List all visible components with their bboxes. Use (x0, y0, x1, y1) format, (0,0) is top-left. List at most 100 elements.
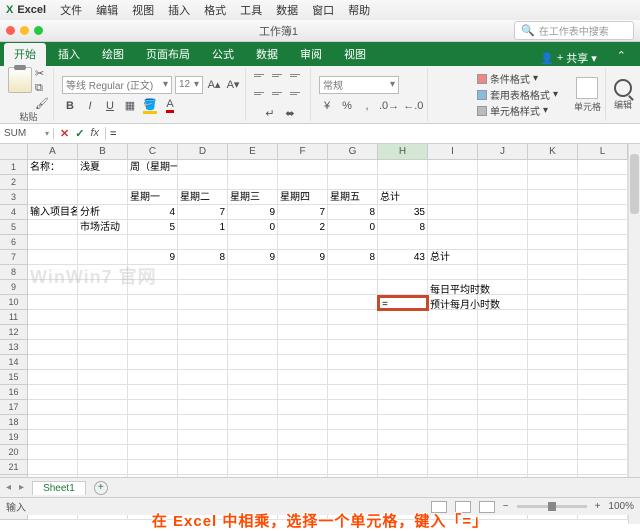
cell[interactable] (278, 280, 328, 295)
cell[interactable] (28, 325, 78, 340)
menu-file[interactable]: 文件 (60, 2, 82, 18)
cell[interactable] (278, 385, 328, 400)
col-header[interactable]: I (428, 144, 478, 159)
cell[interactable] (428, 205, 478, 220)
cell[interactable] (228, 160, 278, 175)
copy-button[interactable]: ⧉ (35, 82, 49, 94)
cell[interactable] (178, 355, 228, 370)
cell[interactable] (528, 460, 578, 475)
cell[interactable] (528, 295, 578, 310)
cell[interactable] (478, 205, 528, 220)
underline-button[interactable]: U (102, 98, 118, 114)
cell[interactable] (378, 460, 428, 475)
cell[interactable] (428, 160, 478, 175)
cell[interactable] (378, 430, 428, 445)
share-button[interactable]: 👤+共享▾ (532, 50, 605, 66)
cell[interactable] (78, 370, 128, 385)
cell[interactable] (528, 340, 578, 355)
cell[interactable] (578, 340, 628, 355)
cell[interactable] (28, 430, 78, 445)
row-header[interactable]: 4 (0, 205, 28, 220)
zoom-slider[interactable] (517, 505, 587, 508)
row-header[interactable]: 9 (0, 280, 28, 295)
cell[interactable] (178, 280, 228, 295)
cell[interactable] (228, 325, 278, 340)
cell[interactable] (578, 370, 628, 385)
cell[interactable] (378, 385, 428, 400)
col-header[interactable]: H (378, 144, 428, 159)
cell[interactable]: 星期五 (328, 190, 378, 205)
row-header[interactable]: 3 (0, 190, 28, 205)
cell[interactable] (478, 340, 528, 355)
ribbon-collapse-button[interactable]: ⌃ (607, 46, 636, 66)
fill-color-button[interactable]: 🪣 (142, 98, 158, 114)
cell[interactable] (428, 370, 478, 385)
close-window-button[interactable] (6, 26, 15, 35)
bold-button[interactable]: B (62, 98, 78, 114)
cell[interactable]: 1 (178, 220, 228, 235)
cell[interactable] (278, 370, 328, 385)
cell[interactable] (478, 460, 528, 475)
cell[interactable] (528, 280, 578, 295)
cell[interactable]: 总计 (428, 250, 478, 265)
cell[interactable]: 8 (328, 250, 378, 265)
cell[interactable] (278, 235, 328, 250)
cell[interactable] (528, 220, 578, 235)
font-size-combo[interactable]: 12▾ (175, 76, 203, 94)
cell[interactable] (428, 445, 478, 460)
cell[interactable]: 9 (278, 250, 328, 265)
cell[interactable] (28, 250, 78, 265)
number-format-combo[interactable]: 常规▾ (319, 76, 399, 94)
cell[interactable]: 4 (128, 205, 178, 220)
cell[interactable] (128, 355, 178, 370)
cell[interactable] (428, 340, 478, 355)
cell[interactable] (478, 175, 528, 190)
cell[interactable] (478, 445, 528, 460)
cell[interactable] (528, 355, 578, 370)
cell[interactable] (228, 415, 278, 430)
cell[interactable] (428, 385, 478, 400)
cell[interactable] (178, 265, 228, 280)
cell[interactable] (578, 415, 628, 430)
format-painter-button[interactable]: 🖌 (35, 97, 49, 109)
conditional-format-button[interactable]: 条件格式▾ (477, 71, 538, 86)
cell[interactable] (128, 235, 178, 250)
cell[interactable] (228, 310, 278, 325)
cell[interactable] (78, 445, 128, 460)
cell[interactable] (478, 310, 528, 325)
cell[interactable] (228, 370, 278, 385)
currency-button[interactable]: ¥ (319, 98, 335, 114)
cell[interactable] (328, 370, 378, 385)
cell[interactable] (578, 175, 628, 190)
cell[interactable] (128, 415, 178, 430)
cell[interactable] (578, 325, 628, 340)
cell[interactable] (428, 235, 478, 250)
cell[interactable] (428, 325, 478, 340)
row-header[interactable]: 19 (0, 430, 28, 445)
cell[interactable] (128, 340, 178, 355)
cell[interactable] (28, 280, 78, 295)
cell[interactable]: 分析 (78, 205, 128, 220)
cell[interactable] (178, 340, 228, 355)
cell[interactable] (78, 190, 128, 205)
comma-button[interactable]: , (359, 98, 375, 114)
col-header[interactable]: J (478, 144, 528, 159)
cell[interactable] (28, 415, 78, 430)
row-header[interactable]: 5 (0, 220, 28, 235)
cell[interactable] (28, 265, 78, 280)
cell[interactable] (478, 370, 528, 385)
cell[interactable] (228, 355, 278, 370)
cell[interactable] (278, 295, 328, 310)
cell[interactable] (578, 265, 628, 280)
decrease-decimal-button[interactable]: ←.0 (403, 98, 423, 114)
cell[interactable] (278, 415, 328, 430)
col-header[interactable]: A (28, 144, 78, 159)
cut-button[interactable]: ✂ (35, 67, 49, 79)
cell[interactable] (428, 430, 478, 445)
spreadsheet-grid[interactable]: WinWin7 官网 A B C D E F G H I J K L 1名称：浅… (0, 144, 640, 524)
cell[interactable] (578, 220, 628, 235)
cell[interactable] (478, 190, 528, 205)
cell[interactable]: 输入项目名称： (28, 205, 78, 220)
cell[interactable]: 市场活动 (78, 220, 128, 235)
cell[interactable]: 名称： (28, 160, 78, 175)
